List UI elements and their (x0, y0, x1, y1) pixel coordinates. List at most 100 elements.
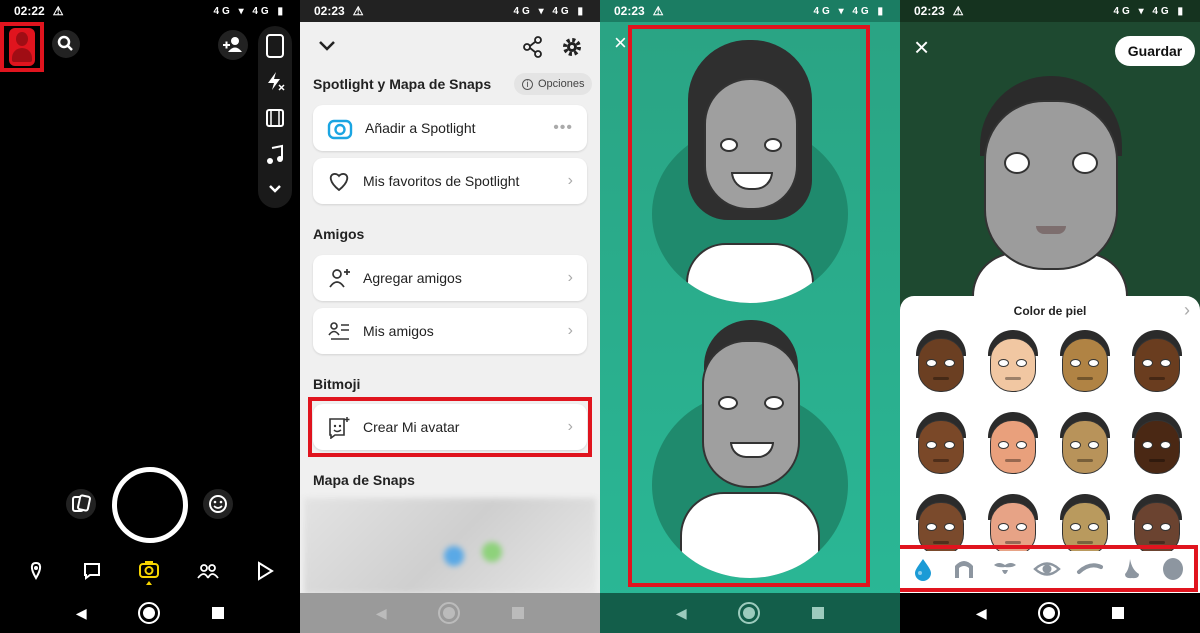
section-map: Mapa de Snaps (313, 472, 415, 488)
spotlight-icon[interactable] (256, 561, 274, 581)
home-nav-icon[interactable] (738, 602, 761, 624)
snap-map-preview[interactable] (304, 498, 596, 594)
skin-tone-option[interactable] (912, 412, 970, 474)
status-icons: 4G ▾ 4G ▮ (813, 5, 886, 17)
camera-screen: 02:22 ⚠ 4G ▾ 4G ▮ ◀ (0, 0, 300, 633)
section-friends: Amigos (313, 226, 365, 242)
status-icons: 4G ▾ 4G ▮ (213, 5, 286, 17)
female-avatar-face (704, 78, 798, 210)
home-nav-icon[interactable] (1038, 602, 1061, 624)
flash-off-icon[interactable] (264, 70, 286, 92)
lens-icon[interactable] (203, 489, 233, 519)
add-friend-icon (329, 269, 350, 288)
bottom-tab-bar (0, 552, 300, 590)
capture-button[interactable] (112, 467, 188, 543)
category-bar (902, 551, 1194, 587)
favorites-item[interactable]: Mis favoritos de Spotlight › (313, 158, 587, 204)
map-icon[interactable] (26, 561, 46, 581)
home-nav-icon[interactable] (138, 602, 161, 624)
recents-nav-icon[interactable] (812, 607, 825, 619)
skin-tone-option[interactable] (1128, 412, 1186, 474)
hair-icon[interactable] (951, 556, 977, 582)
avatar-preview-face (984, 100, 1118, 270)
nose-icon[interactable] (1119, 556, 1145, 582)
add-friends-item[interactable]: Agregar amigos › (313, 255, 587, 301)
more-icon[interactable]: ••• (553, 119, 573, 137)
back-nav-icon[interactable]: ◀ (376, 605, 387, 622)
skin-tone-option[interactable] (912, 330, 970, 392)
back-nav-icon[interactable]: ◀ (976, 605, 987, 622)
my-friends-item[interactable]: Mis amigos › (313, 308, 587, 354)
recents-nav-icon[interactable] (512, 607, 525, 619)
add-friend-icon[interactable] (218, 30, 248, 60)
skin-tone-option[interactable] (984, 330, 1042, 392)
add-friends-label: Agregar amigos (363, 270, 462, 286)
avatar-gender-select-screen: 02:23 ⚠ 4G ▾ 4G ▮ × ◀ (600, 0, 900, 633)
skin-tone-option[interactable] (1056, 330, 1114, 392)
skin-tone-icon[interactable] (910, 556, 936, 582)
recents-nav-icon[interactable] (212, 607, 225, 619)
alert-icon: ⚠ (352, 4, 364, 18)
status-icons: 4G ▾ 4G ▮ (513, 5, 586, 17)
add-spotlight-item[interactable]: Añadir a Spotlight ••• (313, 105, 587, 151)
section-spotlight: Spotlight y Mapa de Snaps (313, 76, 492, 92)
status-time: 02:23 (314, 4, 345, 18)
head-shape-icon[interactable] (1160, 556, 1186, 582)
save-button[interactable]: Guardar (1115, 36, 1195, 66)
back-nav-icon[interactable]: ◀ (676, 605, 687, 622)
chat-icon[interactable] (82, 561, 102, 581)
friends-list-icon (328, 322, 349, 340)
profile-menu-screen: 02:23 ⚠ 4G ▾ 4G ▮ Spotlight y Mapa de Sn… (300, 0, 600, 633)
bitmoji-icon (329, 417, 350, 439)
music-icon[interactable] (266, 144, 284, 166)
chevron-down-icon[interactable] (318, 40, 336, 52)
alert-icon: ⚠ (952, 4, 964, 18)
status-icons: 4G ▾ 4G ▮ (1113, 5, 1186, 17)
create-avatar-label: Crear Mi avatar (363, 419, 460, 435)
camera-tools (258, 26, 292, 208)
share-icon[interactable] (522, 36, 544, 58)
flip-camera-icon[interactable] (266, 34, 284, 58)
status-bar: 02:23 ⚠ 4G ▾ 4G ▮ (600, 0, 900, 22)
eyebrow-icon[interactable] (1076, 556, 1104, 582)
facial-hair-icon[interactable] (992, 556, 1018, 582)
eye-icon[interactable] (1033, 556, 1061, 582)
video-icon[interactable] (265, 108, 285, 128)
skin-tone-option[interactable] (984, 412, 1042, 474)
camera-tab[interactable] (138, 559, 160, 585)
heart-icon (329, 173, 349, 192)
section-bitmoji: Bitmoji (313, 376, 361, 392)
chevron-down-icon[interactable] (268, 184, 282, 194)
status-bar: 02:23 ⚠ 4G ▾ 4G ▮ (300, 0, 600, 22)
system-nav: ◀ (600, 593, 900, 633)
favorites-label: Mis favoritos de Spotlight (363, 173, 520, 189)
active-indicator (146, 580, 152, 585)
gear-icon[interactable] (561, 36, 583, 58)
add-spotlight-label: Añadir a Spotlight (365, 120, 476, 136)
skin-tone-option[interactable] (1128, 330, 1186, 392)
home-nav-icon[interactable] (438, 602, 461, 624)
alert-icon: ⚠ (652, 4, 664, 18)
chevron-right-icon: › (567, 322, 573, 339)
close-icon[interactable]: × (914, 34, 929, 60)
status-bar: 02:22 ⚠ 4G ▾ 4G ▮ (0, 0, 300, 22)
status-time: 02:23 (614, 4, 645, 18)
avatar-editor-screen: 02:23 ⚠ 4G ▾ 4G ▮ × Guardar Color de pie… (900, 0, 1200, 633)
chevron-right-icon[interactable]: › (1184, 300, 1190, 321)
back-nav-icon[interactable]: ◀ (76, 605, 87, 622)
create-avatar-item[interactable]: Crear Mi avatar › (313, 404, 587, 450)
options-button[interactable]: i Opciones (514, 73, 593, 95)
alert-icon: ⚠ (52, 4, 64, 18)
close-icon[interactable]: × (614, 30, 627, 56)
memories-icon[interactable] (66, 489, 96, 519)
status-time: 02:23 (914, 4, 945, 18)
skin-tone-option[interactable] (1056, 412, 1114, 474)
status-bar: 02:23 ⚠ 4G ▾ 4G ▮ (900, 0, 1200, 22)
status-time: 02:22 (14, 4, 45, 18)
recents-nav-icon[interactable] (1112, 607, 1125, 619)
system-nav: ◀ (0, 593, 300, 633)
camera-icon (139, 560, 159, 578)
stories-icon[interactable] (196, 561, 220, 581)
avatar-icon[interactable] (9, 28, 35, 66)
search-icon[interactable] (52, 30, 80, 58)
